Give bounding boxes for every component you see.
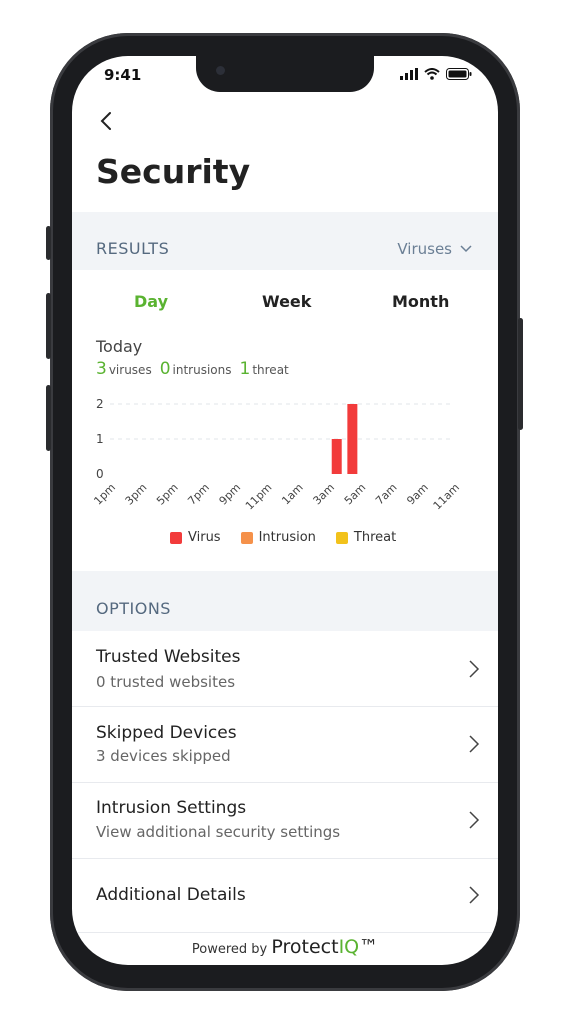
brand-logo: ProtectIQ™	[271, 936, 378, 958]
camera-icon	[216, 66, 225, 75]
options-label: OPTIONS	[96, 599, 171, 618]
wifi-icon	[424, 68, 440, 80]
chevron-right-icon	[469, 811, 480, 829]
x-tick-label: 5am	[342, 481, 368, 507]
virus-count: 3	[96, 359, 107, 379]
security-chart: 0 1 2 1pm 3pm 5pm 7pm 9pm 11pm 1am 3am 5am 7am 9am 11a…	[91, 397, 462, 513]
option-title: Skipped Devices	[96, 723, 237, 743]
page-title: Security	[96, 152, 251, 191]
threat-count-label: threat	[252, 363, 289, 377]
bar-virus	[347, 404, 358, 474]
x-tick-label: 3pm	[123, 481, 150, 508]
legend-swatch-threat	[335, 531, 348, 544]
legend-swatch-intrusion	[240, 531, 253, 544]
option-subtitle: 3 devices skipped	[96, 747, 231, 765]
x-tick-label: 11pm	[243, 481, 275, 513]
powered-by-footer: Powered by ProtectIQ™	[72, 936, 498, 958]
notch	[196, 56, 374, 92]
intrusion-count-label: intrusions	[172, 363, 232, 377]
x-tick-label: 5pm	[154, 481, 181, 508]
brand-name-part-a: Protect	[271, 936, 339, 958]
option-title: Intrusion Settings	[96, 798, 247, 818]
chevron-right-icon	[469, 886, 480, 904]
back-arrow-icon[interactable]	[96, 110, 118, 132]
bar-virus	[331, 439, 342, 474]
legend-label-intrusion: Intrusion	[258, 530, 316, 545]
results-header: RESULTS Viruses	[72, 212, 498, 270]
filter-value: Viruses	[397, 240, 452, 258]
option-intrusion-settings[interactable]: Intrusion Settings View additional secur…	[72, 783, 498, 859]
option-subtitle: View additional security settings	[96, 823, 341, 841]
option-subtitle: 0 trusted websites	[96, 673, 236, 691]
x-tick-label: 7am	[373, 481, 399, 507]
y-tick-label: 2	[96, 397, 104, 411]
x-tick-label: 9am	[404, 481, 430, 507]
app-screen: 9:41 Security RESULTS Viruses Day Week M…	[72, 56, 498, 965]
legend-item-threat: Threat	[335, 530, 397, 545]
y-tick-label: 1	[96, 432, 104, 446]
virus-count-label: viruses	[108, 363, 152, 377]
period-label: Today	[96, 337, 143, 356]
threat-count: 1	[239, 359, 251, 379]
legend-item-intrusion: Intrusion	[240, 530, 316, 545]
mute-switch	[46, 226, 51, 260]
results-label: RESULTS	[96, 239, 170, 258]
status-time: 9:41	[104, 66, 142, 84]
tab-month[interactable]: Month	[392, 292, 449, 311]
x-tick-label: 3am	[311, 481, 337, 507]
chevron-right-icon	[469, 735, 480, 753]
battery-icon	[446, 68, 472, 80]
chevron-down-icon	[460, 245, 472, 253]
chart-legend: Virus Intrusion Threat	[170, 530, 396, 545]
option-title: Trusted Websites	[96, 647, 241, 667]
legend-swatch-virus	[170, 531, 182, 544]
status-icons	[400, 68, 472, 80]
x-tick-label: 7pm	[185, 481, 212, 508]
legend-label-threat: Threat	[353, 530, 397, 545]
power-button	[518, 318, 523, 430]
option-additional-details[interactable]: Additional Details	[72, 859, 498, 933]
volume-down-button	[46, 385, 51, 451]
options-header: OPTIONS	[72, 571, 498, 631]
y-tick-label: 0	[96, 467, 104, 481]
chevron-right-icon	[469, 660, 480, 678]
option-skipped-devices[interactable]: Skipped Devices 3 devices skipped	[72, 707, 498, 783]
volume-up-button	[46, 293, 51, 359]
powered-by-text: Powered by	[191, 942, 268, 957]
tab-week[interactable]: Week	[262, 292, 311, 311]
brand-name-part-b: IQ	[338, 936, 360, 958]
x-tick-label: 11am	[431, 481, 462, 512]
x-tick-label: 1am	[279, 481, 305, 507]
intrusion-count: 0	[159, 359, 171, 379]
summary-stats: 3 viruses 0 intrusions 1 threat	[96, 359, 289, 379]
brand-trademark: ™	[359, 936, 379, 958]
legend-item-virus: Virus	[170, 530, 221, 545]
x-tick-label: 1pm	[91, 481, 118, 508]
x-tick-label: 9pm	[217, 481, 244, 508]
option-trusted-websites[interactable]: Trusted Websites 0 trusted websites	[72, 631, 498, 707]
tab-day[interactable]: Day	[134, 292, 168, 311]
cellular-signal-icon	[400, 68, 418, 80]
option-title: Additional Details	[96, 885, 246, 905]
legend-label-virus: Virus	[188, 530, 221, 545]
filter-dropdown[interactable]: Viruses	[397, 240, 472, 258]
